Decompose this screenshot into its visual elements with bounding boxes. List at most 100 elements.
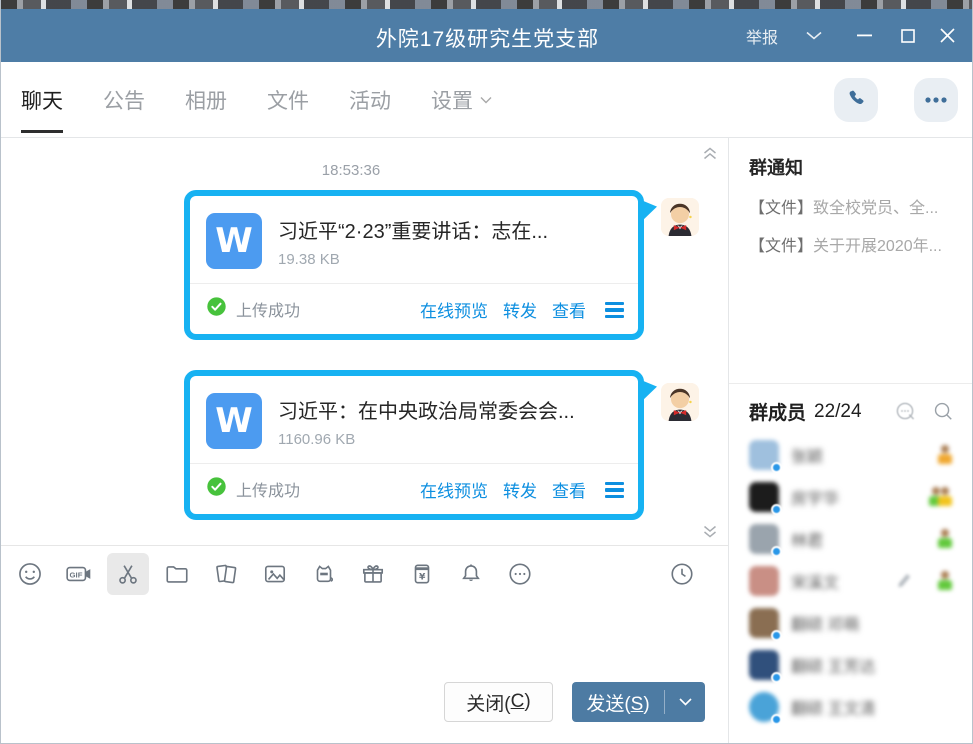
file-message-bubble: W 习近平：在中央政治局常委会会... 1160.96 KB 上传成功 在线预览… — [184, 370, 644, 520]
member-avatar — [749, 566, 779, 596]
tab-activities[interactable]: 活动 — [349, 62, 391, 138]
tab-files[interactable]: 文件 — [267, 62, 309, 138]
send-label: 发送( — [586, 694, 630, 715]
member-row[interactable]: 翻硕 王芳达 — [729, 644, 973, 686]
file-menu-icon[interactable] — [601, 480, 624, 499]
message-history-button[interactable] — [661, 553, 703, 595]
file-icon-letter: W — [215, 221, 253, 261]
search-members-icon[interactable] — [932, 400, 955, 428]
send-file-button[interactable] — [156, 553, 198, 595]
red-packet-button[interactable]: ¥ — [401, 553, 443, 595]
phone-icon — [845, 87, 867, 114]
maximize-button[interactable] — [890, 9, 926, 62]
meme-button[interactable] — [303, 553, 345, 595]
file-meta: 习近平：在中央政治局常委会会... 1160.96 KB — [278, 395, 575, 448]
group-chat-window: 外院17级研究生党支部 举报 聊天 公告 相册 文件 活动 设置 — [0, 0, 973, 744]
member-row[interactable]: 宋溪文 — [729, 560, 973, 602]
close-window-button[interactable] — [928, 9, 966, 62]
member-row[interactable]: 房宇华 — [729, 476, 973, 518]
preview-online-link[interactable]: 在线预览 — [420, 297, 488, 322]
members-header: 群成员 22/24 — [749, 398, 862, 425]
tab-albums[interactable]: 相册 — [185, 62, 227, 138]
notice-item[interactable]: 【文件】致全校党员、全... — [749, 194, 973, 218]
message-input-area[interactable]: 关闭(C) 发送(S) — [1, 601, 728, 744]
notice-tag: 【文件】 — [749, 238, 813, 255]
member-level-icons — [937, 529, 953, 549]
tab-settings[interactable]: 设置 — [431, 62, 492, 138]
upload-status-text: 上传成功 — [236, 297, 300, 321]
chevron-down-icon — [480, 96, 492, 104]
member-row[interactable]: 翻硕 王文清 — [729, 686, 973, 728]
tab-announcements-label: 公告 — [103, 85, 145, 115]
gift-button[interactable] — [352, 553, 394, 595]
minimize-button[interactable] — [846, 9, 882, 62]
file-footer: 上传成功 在线预览 转发 查看 — [190, 464, 638, 514]
mobile-online-badge — [771, 462, 782, 473]
mobile-online-badge — [771, 630, 782, 641]
emoji-button[interactable] — [9, 553, 51, 595]
file-message-bubble: W 习近平“2·23”重要讲话：志在... 19.38 KB 上传成功 在线预览… — [184, 190, 644, 340]
tab-announcements[interactable]: 公告 — [103, 62, 145, 138]
file-card[interactable]: W 习近平：在中央政治局常委会会... 1160.96 KB — [190, 376, 638, 463]
sender-avatar[interactable] — [661, 198, 699, 236]
file-menu-icon[interactable] — [601, 300, 624, 319]
mute-all-icon[interactable] — [894, 400, 918, 429]
file-card[interactable]: W 习近平“2·23”重要讲话：志在... 19.38 KB — [190, 196, 638, 283]
notification-button[interactable] — [450, 553, 492, 595]
composer-toolbar: GIF ¥ — [1, 545, 728, 601]
send-button[interactable]: 发送(S) — [572, 682, 705, 722]
mobile-online-badge — [771, 504, 782, 515]
gif-button[interactable]: GIF — [58, 553, 100, 595]
member-avatar — [749, 440, 779, 470]
send-options-button[interactable] — [665, 698, 705, 706]
ellipsis-icon — [924, 91, 948, 109]
tab-albums-label: 相册 — [185, 85, 227, 115]
members-title: 群成员 — [749, 398, 806, 425]
send-label-wrap: 发送(S) — [572, 689, 664, 716]
member-level-icons — [937, 571, 953, 591]
svg-text:¥: ¥ — [419, 571, 426, 582]
tab-chat-label: 聊天 — [21, 85, 63, 115]
upload-status: 上传成功 — [206, 296, 300, 322]
member-name: 翻硕 邓萌 — [791, 611, 859, 635]
close-hotkey: C — [511, 691, 525, 713]
screenshot-button[interactable] — [107, 553, 149, 595]
tab-chat[interactable]: 聊天 — [21, 62, 63, 138]
collapse-chevron-icon[interactable] — [796, 9, 832, 62]
more-tools-button[interactable] — [499, 553, 541, 595]
voice-call-button[interactable] — [834, 78, 878, 122]
member-name: 张颖 — [791, 443, 823, 467]
mobile-online-badge — [771, 672, 782, 683]
group-sidebar: 群通知 【文件】致全校党员、全... 【文件】关于开展2020年... 群成员 … — [728, 138, 973, 744]
notice-item[interactable]: 【文件】关于开展2020年... — [749, 232, 973, 256]
close-label: 关闭( — [466, 689, 510, 716]
forward-link[interactable]: 转发 — [503, 477, 537, 502]
mobile-online-badge — [771, 546, 782, 557]
member-avatar — [749, 692, 779, 722]
report-button[interactable]: 举报 — [736, 9, 788, 62]
forward-link[interactable]: 转发 — [503, 297, 537, 322]
group-notice-title: 群通知 — [749, 154, 973, 180]
more-actions-button[interactable] — [914, 78, 958, 122]
notice-text: 致全校党员、全... — [813, 200, 938, 217]
member-name: 房宇华 — [791, 485, 839, 509]
preview-online-link[interactable]: 在线预览 — [420, 477, 488, 502]
send-label-end: ) — [643, 694, 649, 715]
view-link[interactable]: 查看 — [552, 297, 586, 322]
documents-button[interactable] — [205, 553, 247, 595]
send-image-button[interactable] — [254, 553, 296, 595]
sender-avatar[interactable] — [661, 383, 699, 421]
member-row[interactable]: 张颖 — [729, 434, 973, 476]
view-link[interactable]: 查看 — [552, 477, 586, 502]
message-area[interactable]: 18:53:36 W 习近平“2·23”重要讲话：志在... 19.38 KB — [1, 138, 728, 545]
clock-icon — [669, 561, 695, 587]
scroll-to-top-icon[interactable] — [699, 142, 721, 164]
member-row[interactable]: 翻硕 邓萌 — [729, 602, 973, 644]
level-person-icon — [937, 487, 953, 507]
member-row[interactable]: 林君 — [729, 518, 973, 560]
close-button[interactable]: 关闭(C) — [444, 682, 553, 722]
file-actions: 在线预览 转发 查看 — [420, 477, 624, 502]
titlebar[interactable]: 外院17级研究生党支部 举报 — [1, 9, 973, 62]
scroll-to-bottom-icon[interactable] — [699, 521, 721, 543]
file-name: 习近平“2·23”重要讲话：志在... — [278, 215, 548, 244]
